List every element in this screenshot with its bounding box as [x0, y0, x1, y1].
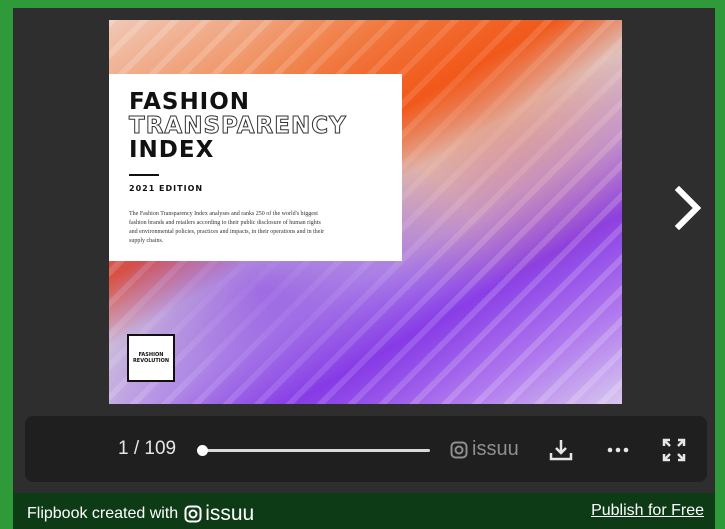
title-divider	[129, 174, 159, 176]
page-slider-thumb[interactable]	[197, 445, 209, 456]
fashion-revolution-logo: FASHION REVOLUTION	[127, 334, 175, 382]
title-line-2: TRANSPARENCY	[129, 113, 347, 139]
publish-for-free-link[interactable]: Publish for Free	[591, 502, 704, 520]
description-text: The Fashion Transparency Index analyses …	[129, 211, 325, 244]
next-page-button[interactable]	[668, 183, 708, 233]
more-icon	[607, 447, 629, 453]
issuu-logo-icon	[184, 505, 202, 523]
page-slider-track[interactable]	[200, 449, 430, 452]
issuu-brand-label: issuu	[472, 438, 519, 460]
footer-bar: Flipbook created with issuu Publish for …	[13, 493, 715, 529]
fullscreen-icon	[662, 438, 686, 462]
logo-text: FASHION REVOLUTION	[132, 352, 170, 364]
viewer-controls: 1 / 109 issuu	[25, 416, 707, 482]
title-card: FASHION TRANSPARENCY INDEX 2021 EDITION …	[109, 74, 402, 261]
more-options-button[interactable]	[604, 436, 632, 464]
fullscreen-button[interactable]	[660, 436, 688, 464]
issuu-logo-icon	[450, 441, 468, 458]
footer-issuu-link[interactable]: issuu	[184, 502, 254, 526]
footer-attribution: Flipbook created with issuu	[27, 502, 254, 526]
download-icon	[549, 440, 573, 461]
document-page[interactable]: FASHION TRANSPARENCY INDEX 2021 EDITION …	[109, 20, 622, 404]
title-line-1: FASHION	[129, 89, 251, 115]
title-line-3: INDEX	[129, 137, 215, 163]
edition-label: 2021 EDITION	[129, 184, 204, 193]
flipbook-viewer: FASHION TRANSPARENCY INDEX 2021 EDITION …	[13, 8, 715, 493]
footer-prefix: Flipbook created with	[27, 505, 179, 522]
download-button[interactable]	[547, 436, 575, 464]
page-counter: 1 / 109	[118, 438, 177, 459]
footer-brand-label: issuu	[205, 502, 255, 525]
issuu-brand[interactable]: issuu	[450, 438, 519, 461]
chevron-right-icon	[674, 186, 702, 230]
